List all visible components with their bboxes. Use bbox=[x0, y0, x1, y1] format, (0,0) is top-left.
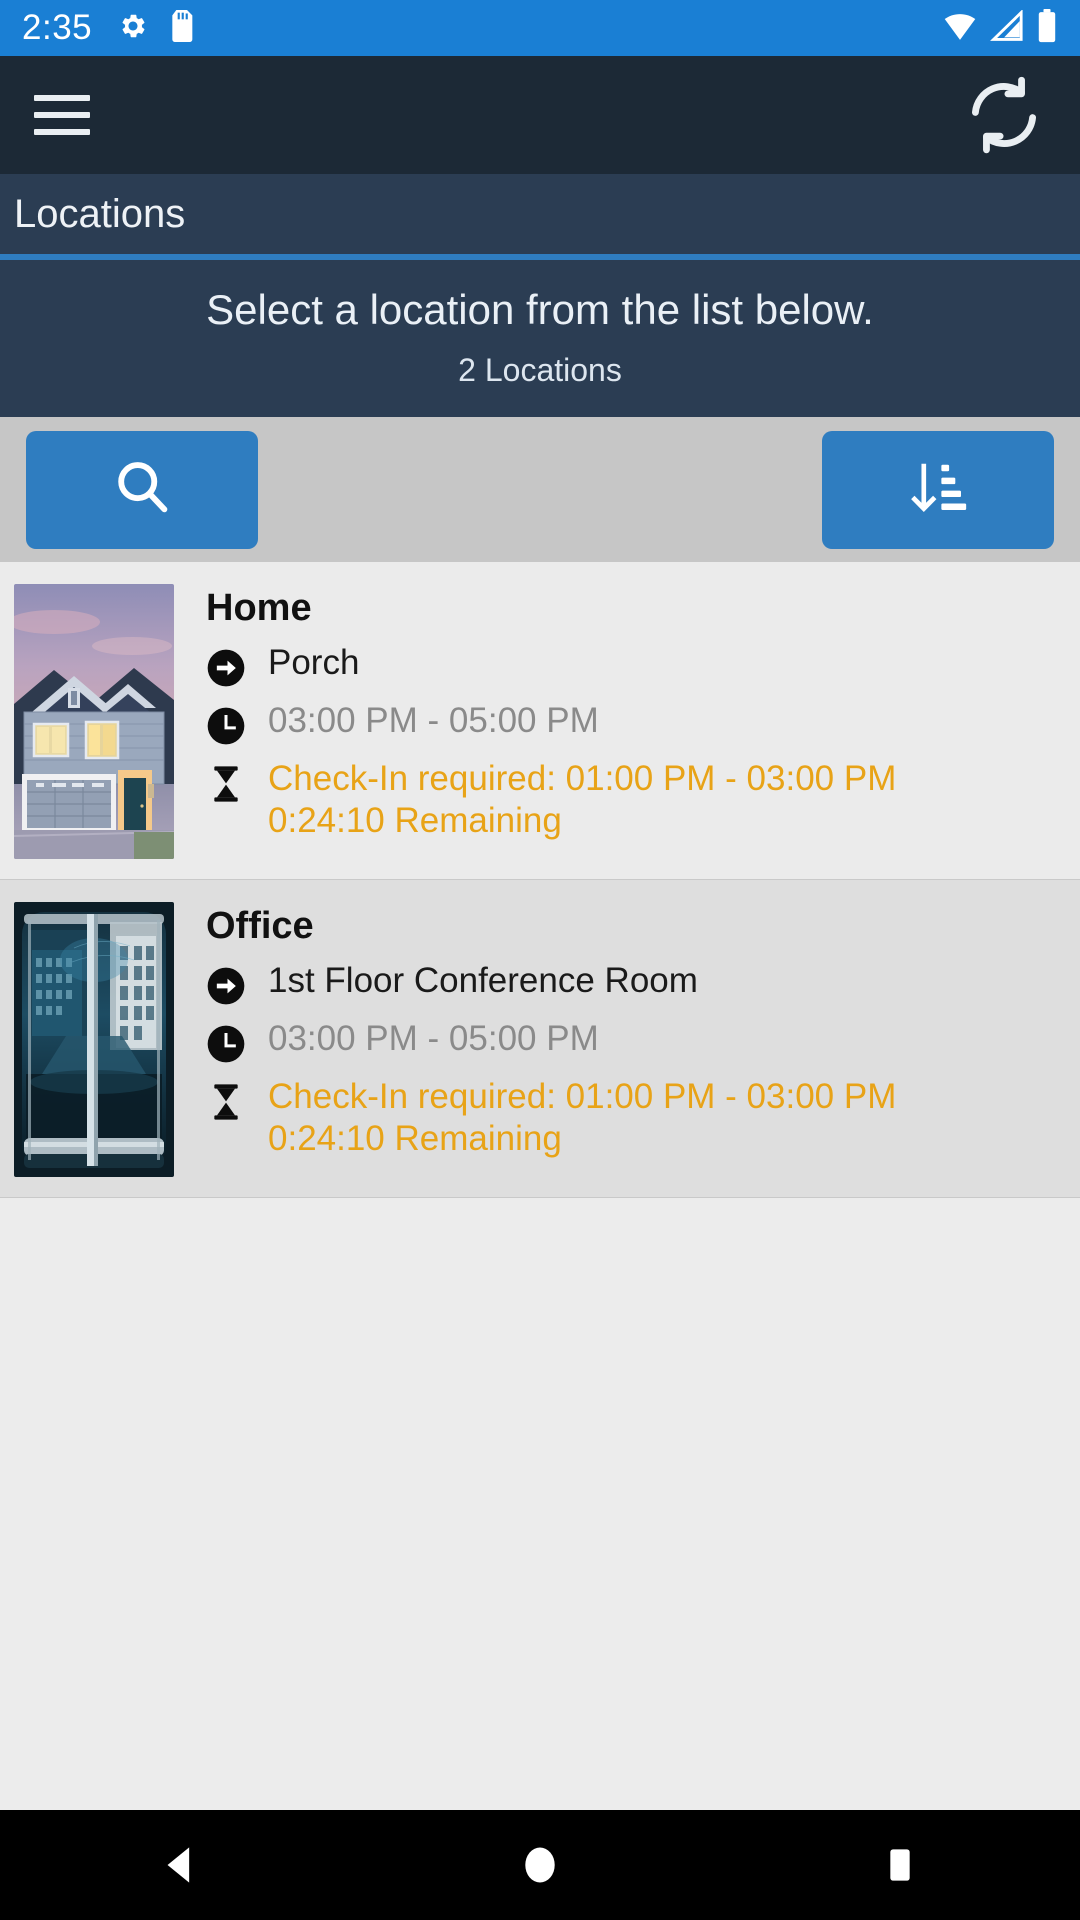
location-name: Office bbox=[206, 905, 314, 947]
location-checkin-text: Check-In required: 01:00 PM - 03:00 PM 0… bbox=[268, 1076, 896, 1161]
hamburger-bar bbox=[34, 129, 90, 135]
location-count-text: 2 Locations bbox=[458, 352, 622, 388]
clock-icon bbox=[206, 706, 246, 746]
arrow-circle-right-icon bbox=[206, 966, 246, 1006]
location-thumbnail-office bbox=[14, 902, 174, 1177]
search-button[interactable] bbox=[26, 430, 258, 549]
page-title: Locations bbox=[14, 191, 186, 236]
cell-signal-icon bbox=[990, 8, 1024, 47]
hamburger-bar bbox=[34, 112, 90, 118]
checkin-remaining-text: 0:24:10 Remaining bbox=[268, 1119, 562, 1159]
android-navigation-bar bbox=[0, 1810, 1080, 1920]
hourglass-icon bbox=[206, 1082, 246, 1122]
location-name: Home bbox=[206, 587, 312, 629]
location-place: 1st Floor Conference Room bbox=[268, 960, 698, 1000]
back-triangle-icon[interactable] bbox=[110, 1810, 250, 1920]
location-time-line: 03:00 PM - 05:00 PM bbox=[206, 700, 1062, 746]
recents-square-icon[interactable] bbox=[830, 1810, 970, 1920]
sort-button[interactable] bbox=[822, 430, 1054, 549]
arrow-circle-right-icon bbox=[206, 648, 246, 688]
checkin-required-text: Check-In required: 01:00 PM - 03:00 PM bbox=[268, 1076, 897, 1116]
location-place-line: 1st Floor Conference Room bbox=[206, 960, 1062, 1006]
location-checkin-line: Check-In required: 01:00 PM - 03:00 PM 0… bbox=[206, 758, 1062, 843]
location-checkin-line: Check-In required: 01:00 PM - 03:00 PM 0… bbox=[206, 1076, 1062, 1161]
checkin-required-text: Check-In required: 01:00 PM - 03:00 PM bbox=[268, 758, 897, 798]
sync-refresh-icon[interactable] bbox=[962, 73, 1046, 157]
sort-descending-icon bbox=[907, 457, 969, 522]
action-toolbar bbox=[0, 417, 1080, 562]
gear-icon bbox=[118, 11, 148, 46]
wifi-icon bbox=[942, 10, 978, 47]
hourglass-icon bbox=[206, 764, 246, 804]
location-list: Home Porch 03:00 PM - 05:00 PM Check-In … bbox=[0, 562, 1080, 1810]
list-item[interactable]: Office 1st Floor Conference Room 03:00 P… bbox=[0, 880, 1080, 1198]
clock-icon bbox=[206, 1024, 246, 1064]
status-left-icon-group bbox=[118, 9, 196, 47]
page-title-bar: Locations bbox=[0, 174, 1080, 254]
battery-icon bbox=[1036, 8, 1058, 48]
instruction-panel: Select a location from the list below. 2… bbox=[0, 260, 1080, 417]
location-checkin-text: Check-In required: 01:00 PM - 03:00 PM 0… bbox=[268, 758, 896, 843]
search-icon bbox=[110, 456, 174, 523]
instruction-primary-text: Select a location from the list below. bbox=[206, 286, 874, 333]
app-bar bbox=[0, 56, 1080, 174]
list-item[interactable]: Home Porch 03:00 PM - 05:00 PM Check-In … bbox=[0, 562, 1080, 880]
hamburger-bar bbox=[34, 95, 90, 101]
home-circle-icon[interactable] bbox=[470, 1810, 610, 1920]
location-details: Home Porch 03:00 PM - 05:00 PM Check-In … bbox=[174, 584, 1062, 843]
location-time-range: 03:00 PM - 05:00 PM bbox=[268, 700, 599, 740]
location-place-line: Porch bbox=[206, 642, 1062, 688]
location-time-line: 03:00 PM - 05:00 PM bbox=[206, 1018, 1062, 1064]
status-bar: 2:35 bbox=[0, 0, 1080, 56]
location-details: Office 1st Floor Conference Room 03:00 P… bbox=[174, 902, 1062, 1161]
hamburger-menu-icon[interactable] bbox=[34, 95, 90, 135]
location-place: Porch bbox=[268, 642, 360, 682]
app-screen: 2:35 Locations Select a location from th… bbox=[0, 0, 1080, 1920]
location-time-range: 03:00 PM - 05:00 PM bbox=[268, 1018, 599, 1058]
status-right-icon-group bbox=[942, 8, 1058, 48]
sd-card-icon bbox=[170, 9, 196, 47]
checkin-remaining-text: 0:24:10 Remaining bbox=[268, 801, 562, 841]
location-thumbnail-home bbox=[14, 584, 174, 859]
status-clock: 2:35 bbox=[22, 8, 93, 47]
